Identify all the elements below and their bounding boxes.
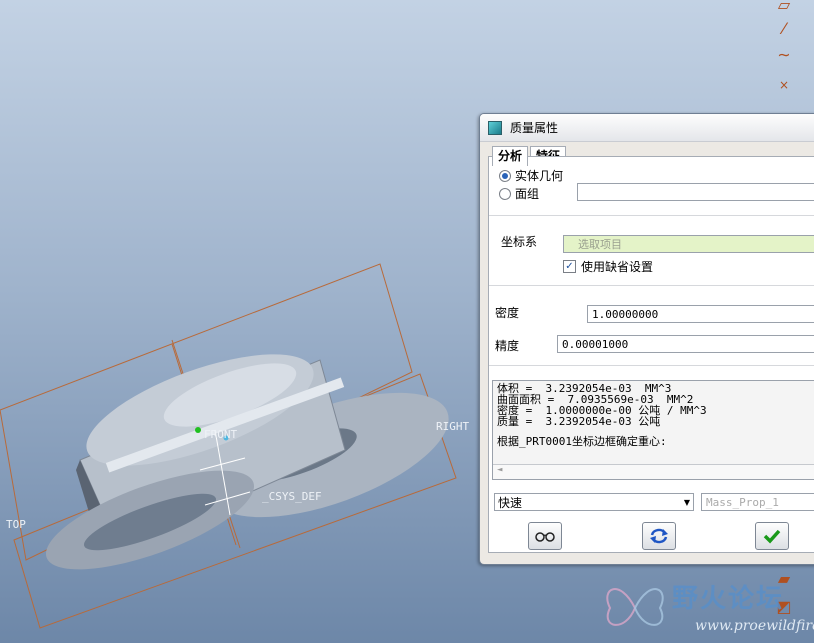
divider [489, 285, 814, 286]
datum-label-right: RIGHT [436, 420, 469, 433]
ok-button[interactable] [755, 522, 789, 550]
preview-button[interactable] [528, 522, 562, 550]
checkbox-label: 使用缺省设置 [581, 260, 654, 274]
radio-label: 面组 [515, 187, 540, 201]
datum-label-csys: _CSYS_DEF [262, 490, 322, 503]
analysis-name-field[interactable]: Mass_Prop_1 [701, 493, 814, 511]
mass-properties-dialog: 质量属性 分析 特征 实体几何 面组 坐标系 选取项目 ✓ 使用缺省设置 密度 … [479, 113, 814, 565]
datum-label-top: TOP [6, 518, 26, 531]
mode-dropdown[interactable]: 快速 ▼ [494, 493, 694, 511]
divider [489, 215, 814, 216]
point-icon[interactable]: × [772, 74, 796, 96]
watermark-text: 野火论坛 [672, 584, 785, 614]
radio-button[interactable] [499, 187, 511, 200]
chevron-down-icon: ▼ [683, 498, 690, 507]
result-mass: 质量 = 3.2392054e-03 公吨 [497, 415, 661, 428]
mode-value: 快速 [498, 496, 523, 510]
density-input[interactable]: 1.00000000 [587, 305, 814, 323]
scroll-left-icon[interactable]: ◄ [497, 465, 502, 476]
quilt-select-field[interactable] [577, 183, 814, 201]
radio-button[interactable] [499, 169, 511, 182]
glasses-icon [535, 532, 555, 542]
use-default-checkbox[interactable]: ✓ 使用缺省设置 [563, 258, 653, 275]
radio-label: 实体几何 [515, 169, 564, 183]
horizontal-scrollbar[interactable]: ◄ [493, 464, 814, 479]
checkmark-icon [763, 529, 781, 544]
csys-select-field[interactable]: 选取项目 [563, 235, 814, 253]
butterfly-logo [606, 588, 664, 626]
app-icon [488, 120, 502, 135]
checkbox[interactable]: ✓ [563, 260, 576, 273]
radio-quilt[interactable]: 面组 [499, 185, 539, 202]
plane-icon[interactable]: ▱ [772, 0, 796, 16]
csys-label: 坐标系 [501, 235, 538, 249]
divider [489, 365, 814, 366]
tab-analysis[interactable]: 分析 [492, 146, 529, 166]
results-textbox[interactable]: 体积 = 3.2392054e-03 MM^3 曲面面积 = 7.0935569… [492, 380, 814, 480]
accuracy-input[interactable]: 0.00001000 [557, 335, 814, 353]
density-label: 密度 [495, 306, 520, 320]
axis-icon[interactable]: ⁄ [772, 18, 796, 40]
repeat-button[interactable] [642, 522, 676, 550]
result-center-of-gravity: 根据_PRT0001坐标边框确定重心: [497, 435, 667, 448]
dialog-title: 质量属性 [510, 121, 559, 135]
curve-icon[interactable]: ∼ [772, 44, 796, 66]
dialog-titlebar[interactable]: 质量属性 [480, 114, 814, 142]
refresh-icon [650, 528, 668, 544]
datum-label-front: FRONT [204, 428, 237, 441]
accuracy-label: 精度 [495, 339, 520, 353]
forum-watermark: 野火论坛 www.proewildfire.cn [600, 578, 814, 643]
radio-solid-geometry[interactable]: 实体几何 [499, 167, 563, 184]
watermark-url: www.proewildfire.cn [695, 618, 814, 634]
